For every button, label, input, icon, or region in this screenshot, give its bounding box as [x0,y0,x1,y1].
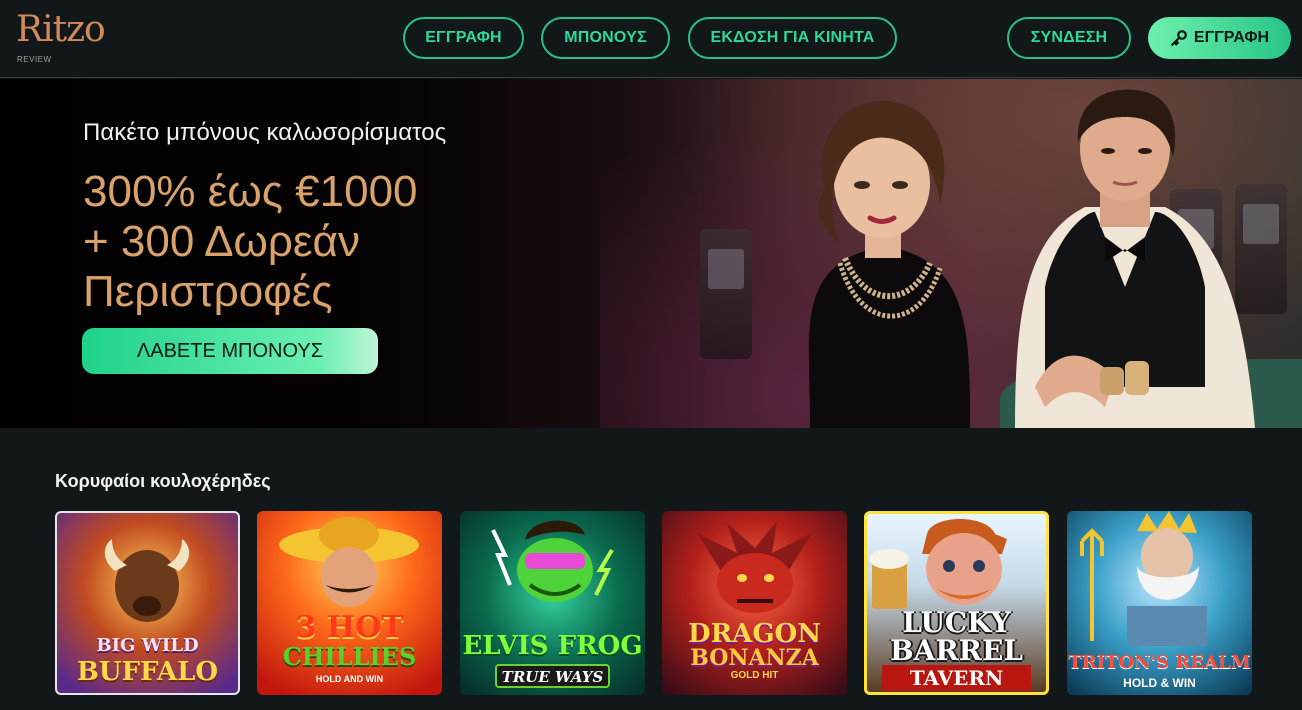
logo-wordmark: Ritzo [16,9,106,50]
slot-title: TRITON'S REALM [1068,652,1251,673]
login-button[interactable]: ΣΥΝΔΕΣΗ [1007,17,1131,59]
slot-title: BIG WILD [96,635,199,656]
key-icon [1171,30,1187,46]
slot-title: BONANZA [690,645,819,671]
top-slots-heading: Κορυφαίοι κουλοχέρηδες [55,471,271,491]
claim-bonus-button[interactable]: ΛΑΒΕΤΕ ΜΠΟΝΟΥΣ [82,328,378,374]
slot-tile-big-wild-buffalo[interactable]: BIG WILD BUFFALO [55,511,240,695]
dragon-icon [697,521,812,613]
nav-mobile-version-button[interactable]: ΕΚΔΟΣΗ ΓΙΑ ΚΙΝΗΤΑ [688,17,897,59]
background-slot-machine [700,229,752,359]
slot-subtitle: HOLD & WIN [1123,676,1196,690]
slot-title: CHILLIES [282,642,417,671]
casino-chips [1100,361,1149,395]
sombrero-man-icon [279,517,419,607]
nav-bonus-button[interactable]: ΜΠΟΝΟΥΣ [541,17,670,59]
slot-subtitle: TAVERN [882,665,1031,691]
slot-title: ELVIS FROG [462,631,643,661]
slot-title: 3 HOT [295,610,404,645]
slot-games-row: BIG WILD BUFFALO 3 HOT CHILLIES HOLD AND… [55,511,1255,695]
logo-subtitle: REVIEW [17,55,52,64]
hero-banner: Πακέτο μπόνους καλωσορίσματος 300% έως €… [0,79,1302,428]
slot-title: DRAGON [688,619,821,649]
buffalo-icon [104,539,190,622]
register-cta-button[interactable]: ΕΓΓΡΑΦΗ [1148,17,1291,59]
nav-register-button[interactable]: ΕΓΓΡΑΦΗ [403,17,524,59]
slot-tile-dragon-bonanza[interactable]: DRAGON BONANZA GOLD HIT [662,511,847,695]
logo[interactable]: Ritzo REVIEW [16,10,126,66]
slot-title: LUCKY [902,606,1011,639]
hero-woman-illustration [808,100,970,428]
hero-title-line: 300% έως €1000 [83,167,418,216]
register-cta-label: ΕΓΓΡΑΦΗ [1193,29,1270,46]
hero-subtitle: Πακέτο μπόνους καλωσορίσματος [83,119,447,146]
hero-title-line: Περιστροφές [83,267,333,316]
poseidon-icon [1080,511,1207,646]
frog-icon [491,520,614,602]
slot-tile-3-hot-chillies[interactable]: 3 HOT CHILLIES HOLD AND WIN [257,511,442,695]
site-header: Ritzo REVIEW ΕΓΓΡΑΦΗ ΜΠΟΝΟΥΣ ΕΚΔΟΣΗ ΓΙΑ … [0,0,1302,78]
slot-tile-lucky-barrel-tavern[interactable]: LUCKY BARREL TAVERN [864,511,1049,695]
slot-subtitle: GOLD HIT [730,670,779,681]
slot-title: BARREL [890,634,1023,667]
slot-tile-elvis-frog[interactable]: ELVIS FROG TRUE WAYS [460,511,645,695]
leprechaun-icon [869,519,1007,609]
slot-subtitle: TRUE WAYS [495,664,610,688]
hero-title-line: + 300 Δωρεάν [83,217,360,266]
hero-bonus-title: 300% έως €1000 + 300 Δωρεάν Περιστροφές [83,167,543,317]
slot-title: BUFFALO [76,657,219,687]
slot-subtitle: HOLD AND WIN [315,674,384,684]
slot-tile-tritons-realm[interactable]: TRITON'S REALM HOLD & WIN [1067,511,1252,695]
